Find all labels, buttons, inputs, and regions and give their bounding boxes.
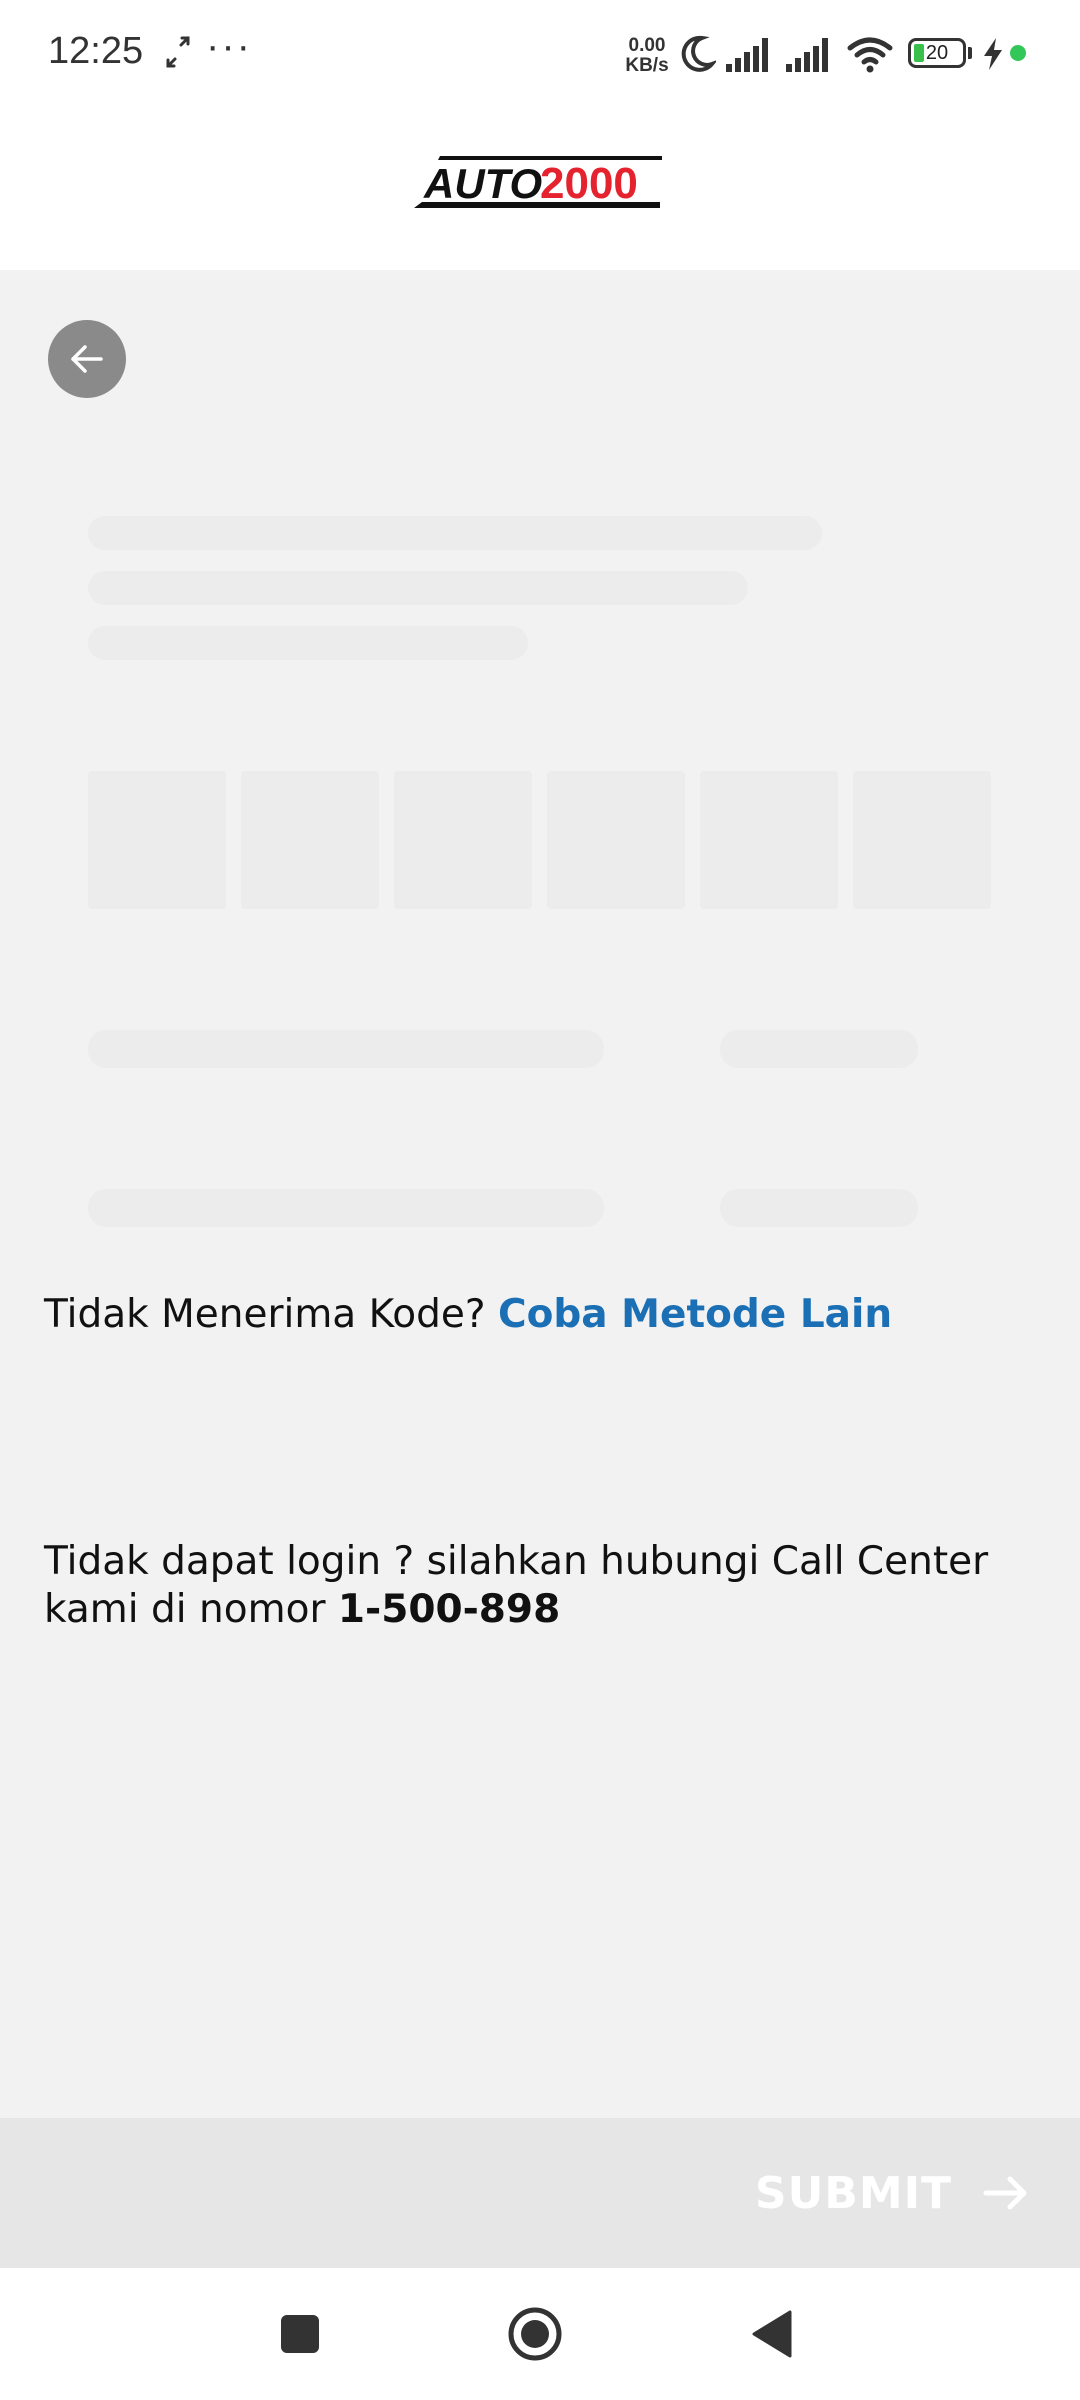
skeleton-otp-box <box>241 771 379 909</box>
skeleton-otp-box <box>394 771 532 909</box>
wifi-icon <box>847 37 893 73</box>
submit-button[interactable]: SUBMIT <box>755 2162 1030 2224</box>
net-speed-value: 0.00 <box>628 35 666 56</box>
skeleton-otp-box <box>700 771 838 909</box>
triangle-back-icon <box>752 2310 792 2358</box>
net-speed-unit: KB/s <box>625 55 669 76</box>
signal-icon <box>786 38 828 72</box>
home-button[interactable] <box>475 2268 595 2400</box>
resend-prompt: Tidak Menerima Kode? Coba Metode Lain <box>44 1292 892 1337</box>
back-button[interactable] <box>48 320 126 398</box>
skeleton-line <box>88 1189 604 1227</box>
submit-label: SUBMIT <box>754 2167 952 2219</box>
battery-icon: 20 <box>908 38 966 68</box>
skeleton-line <box>88 626 528 660</box>
skeleton-otp-box <box>88 771 226 909</box>
submit-bar: SUBMIT <box>0 2118 1080 2268</box>
skeleton-line <box>88 516 822 550</box>
system-nav-bar <box>0 2268 1080 2400</box>
skeleton-otp-box <box>547 771 685 909</box>
expand-icon <box>166 36 190 68</box>
charging-icon <box>984 38 1002 70</box>
green-dot-indicator <box>1010 45 1026 61</box>
skeleton-line <box>88 571 748 605</box>
call-center-number: 1-500-898 <box>337 1587 561 1632</box>
logo-text-right: 2000 <box>540 159 638 208</box>
skeleton-line <box>720 1030 918 1068</box>
signal-icon <box>726 38 768 72</box>
status-time: 12:25 <box>48 30 144 72</box>
logo-text-left: AUTO <box>423 160 542 207</box>
arrow-left-icon <box>71 345 103 373</box>
auto2000-logo: AUTO 2000 <box>414 156 662 208</box>
battery-level: 20 <box>925 42 949 64</box>
square-icon <box>281 2315 319 2353</box>
back-nav-button[interactable] <box>712 2268 832 2400</box>
skeleton-line <box>720 1189 918 1227</box>
app-header: AUTO 2000 <box>0 108 1080 270</box>
status-bar: 12:25 ··· 0.00 KB/s 20 <box>0 0 1080 108</box>
arrow-right-icon <box>983 2176 1027 2210</box>
resend-question: Tidak Menerima Kode? <box>44 1292 498 1337</box>
skeleton-line <box>88 1030 604 1068</box>
net-speed: 0.00 KB/s <box>624 36 670 76</box>
skeleton-otp-box <box>853 771 991 909</box>
try-other-method-link[interactable]: Coba Metode Lain <box>498 1292 892 1337</box>
battery-cap <box>968 47 972 59</box>
call-center-help: Tidak dapat login ? silahkan hubungi Cal… <box>44 1538 1044 1634</box>
recent-apps-button[interactable] <box>240 2268 360 2400</box>
home-circle-icon <box>508 2307 562 2361</box>
more-dots: ··· <box>206 24 252 68</box>
moon-icon <box>681 35 716 72</box>
